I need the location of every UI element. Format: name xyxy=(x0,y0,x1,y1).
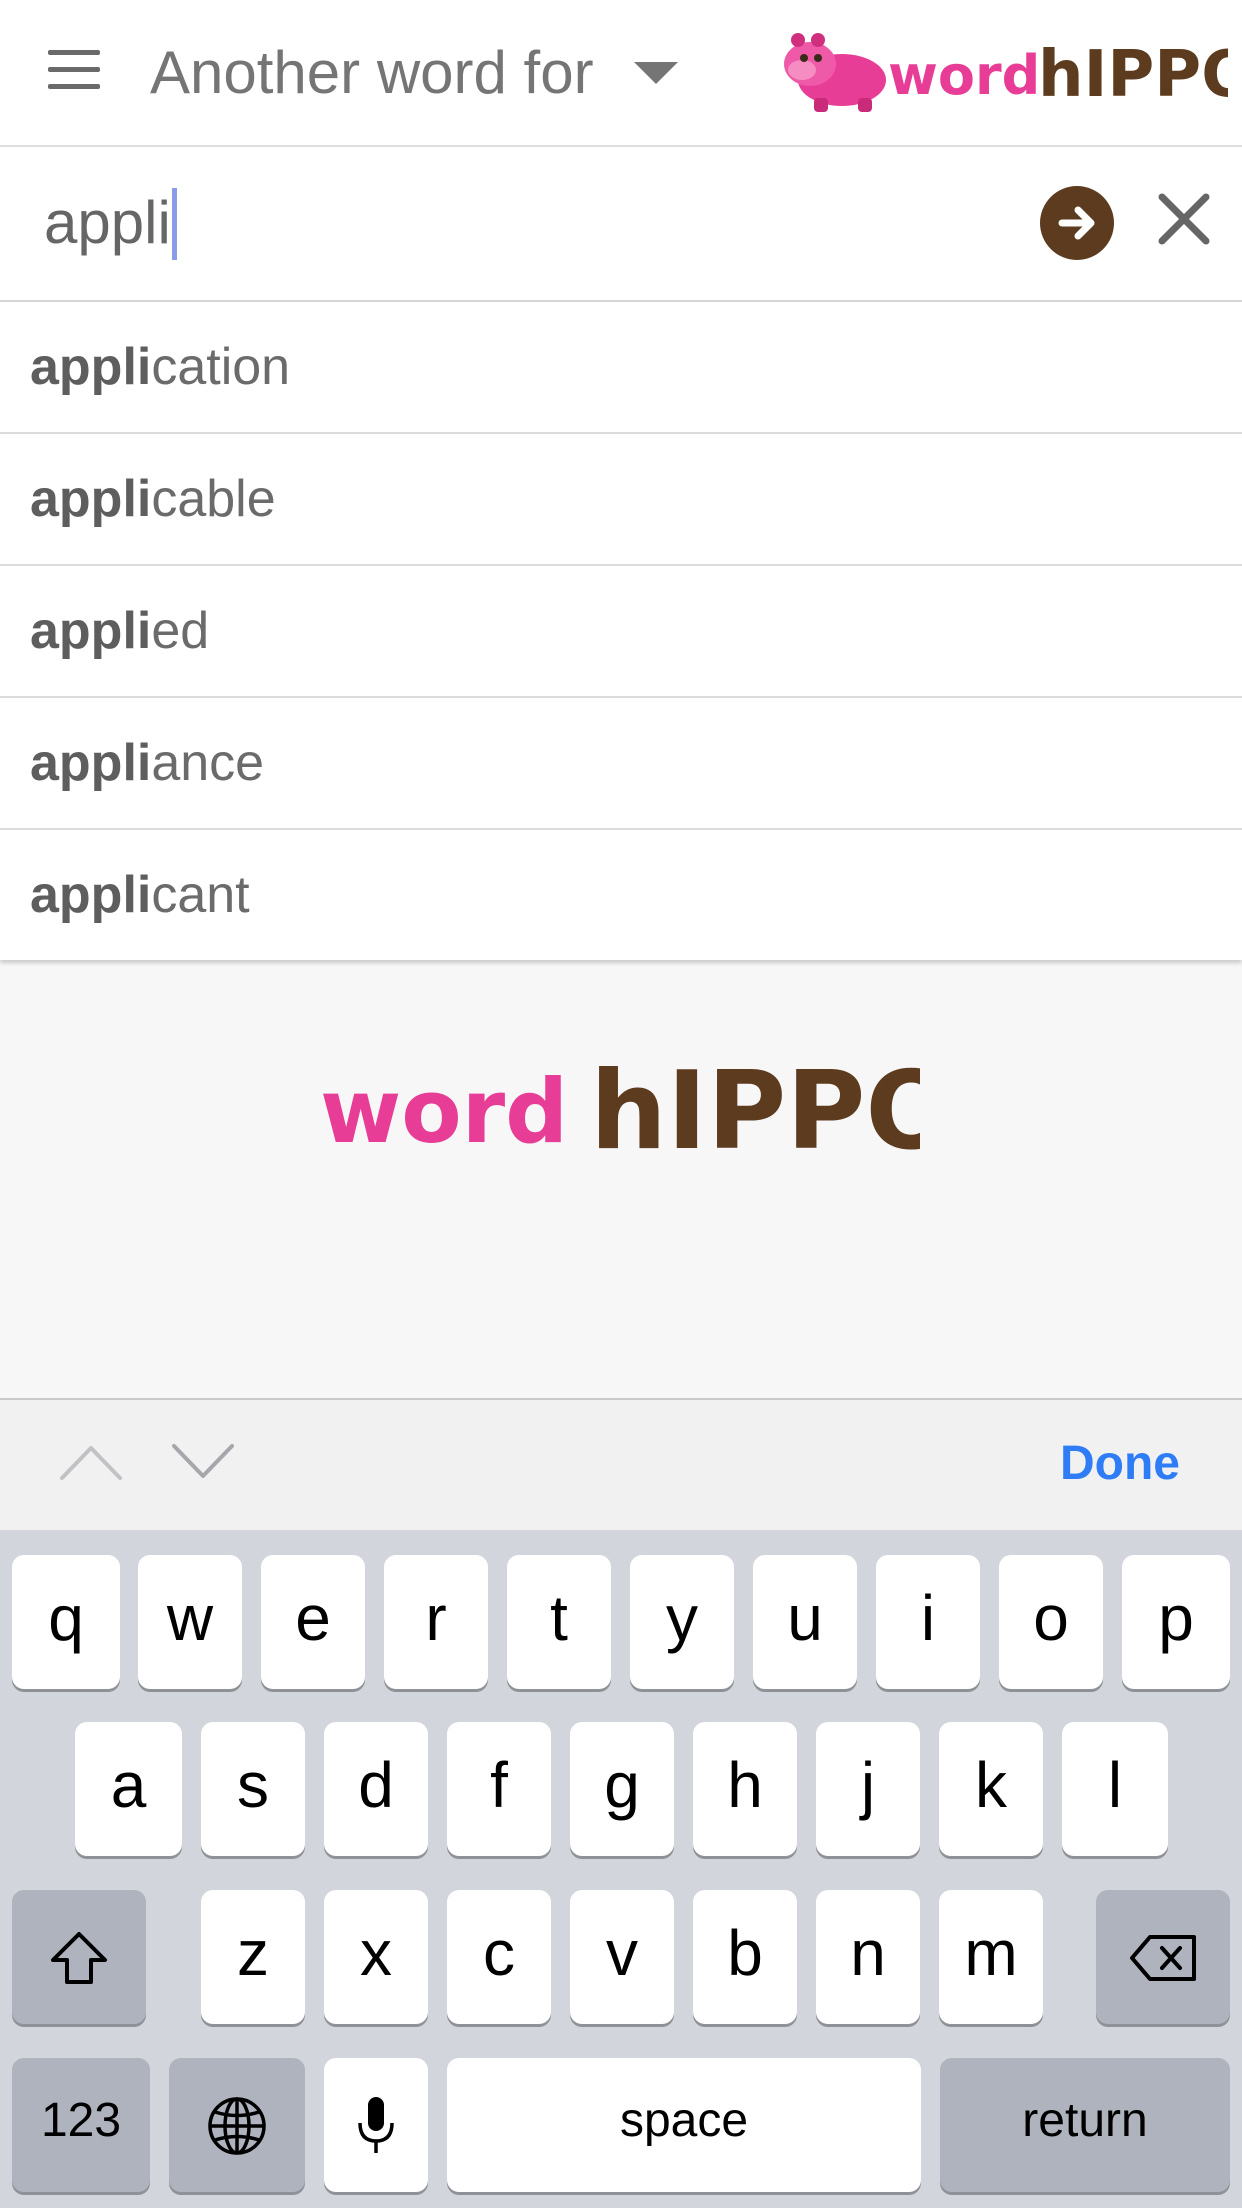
hamburger-menu-icon[interactable] xyxy=(48,50,100,90)
shift-key[interactable] xyxy=(12,1890,146,2024)
key-e[interactable]: e xyxy=(261,1555,365,1689)
suggestion-item[interactable]: applicant xyxy=(0,830,1242,960)
suggestion-item[interactable]: application xyxy=(0,302,1242,434)
chevron-down-icon[interactable] xyxy=(170,1442,236,1482)
key-v[interactable]: v xyxy=(570,1890,674,2024)
key-y[interactable]: y xyxy=(630,1555,734,1689)
delete-key[interactable] xyxy=(1096,1890,1230,2024)
key-f[interactable]: f xyxy=(447,1722,551,1856)
mode-title[interactable]: Another word for xyxy=(150,36,594,110)
key-d[interactable]: d xyxy=(324,1722,428,1856)
suggestion-item[interactable]: applicable xyxy=(0,434,1242,566)
onscreen-keyboard: q w e r t y u i o p a s d f g h j k l z … xyxy=(0,1530,1242,2208)
key-r[interactable]: r xyxy=(384,1555,488,1689)
microphone-key[interactable] xyxy=(324,2058,428,2192)
shift-icon xyxy=(51,1932,107,1985)
key-q[interactable]: q xyxy=(12,1555,120,1689)
main-logo-graphic: word hIPPO xyxy=(320,1049,957,1174)
key-a[interactable]: a xyxy=(75,1722,182,1856)
key-k[interactable]: k xyxy=(939,1722,1043,1856)
backspace-icon xyxy=(1130,1935,1196,1982)
key-x[interactable]: x xyxy=(324,1890,428,2024)
main-logo: word hIPPO xyxy=(320,1040,957,1174)
key-o[interactable]: o xyxy=(999,1555,1103,1689)
arrow-right-circle-icon xyxy=(1058,206,1095,240)
key-l[interactable]: l xyxy=(1062,1722,1168,1856)
caret-down-icon[interactable] xyxy=(634,62,678,84)
key-w[interactable]: w xyxy=(138,1555,242,1689)
key-u[interactable]: u xyxy=(753,1555,857,1689)
key-n[interactable]: n xyxy=(816,1890,920,2024)
suggestion-item[interactable]: applied xyxy=(0,566,1242,698)
suggestion-item[interactable]: appliance xyxy=(0,698,1242,830)
autocomplete-list: application applicable applied appliance… xyxy=(0,302,1242,960)
close-icon xyxy=(1158,193,1210,245)
key-s[interactable]: s xyxy=(201,1722,305,1856)
key-t[interactable]: t xyxy=(507,1555,611,1689)
svg-text:hIPPO: hIPPO xyxy=(590,1049,920,1170)
wordhippo-logo[interactable]: word hIPPO xyxy=(780,28,1228,113)
svg-text:word: word xyxy=(888,44,1040,107)
key-b[interactable]: b xyxy=(693,1890,797,2024)
text-cursor xyxy=(171,188,177,261)
key-z[interactable]: z xyxy=(201,1890,305,2024)
key-h[interactable]: h xyxy=(693,1722,797,1856)
microphone-icon xyxy=(358,2097,394,2154)
return-key[interactable]: return xyxy=(940,2058,1230,2192)
key-j[interactable]: j xyxy=(816,1722,920,1856)
done-button[interactable]: Done xyxy=(1060,1434,1180,1494)
wordhippo-logo-text: word hIPPO xyxy=(888,38,1228,112)
search-input[interactable]: appli xyxy=(44,183,944,263)
key-p[interactable]: p xyxy=(1122,1555,1230,1689)
globe-icon xyxy=(208,2097,266,2155)
search-bar: appli xyxy=(0,147,1242,302)
key-g[interactable]: g xyxy=(570,1722,674,1856)
key-c[interactable]: c xyxy=(447,1890,551,2024)
svg-text:hIPPO: hIPPO xyxy=(1038,38,1228,112)
chevron-up-icon[interactable] xyxy=(58,1442,124,1482)
key-i[interactable]: i xyxy=(876,1555,980,1689)
top-header: Another word for word hIPPO xyxy=(0,0,1242,147)
search-go-button[interactable] xyxy=(1040,186,1114,260)
clear-search-button[interactable] xyxy=(1156,191,1212,247)
key-m[interactable]: m xyxy=(939,1890,1043,2024)
svg-text:word: word xyxy=(320,1060,568,1163)
space-key[interactable]: space xyxy=(447,2058,921,2192)
hippo-mascot-icon xyxy=(784,33,886,112)
globe-key[interactable] xyxy=(169,2058,305,2192)
search-input-value: appli xyxy=(44,189,171,256)
keyboard-accessory-bar: Done xyxy=(0,1398,1242,1530)
numbers-key[interactable]: 123 xyxy=(12,2058,150,2192)
